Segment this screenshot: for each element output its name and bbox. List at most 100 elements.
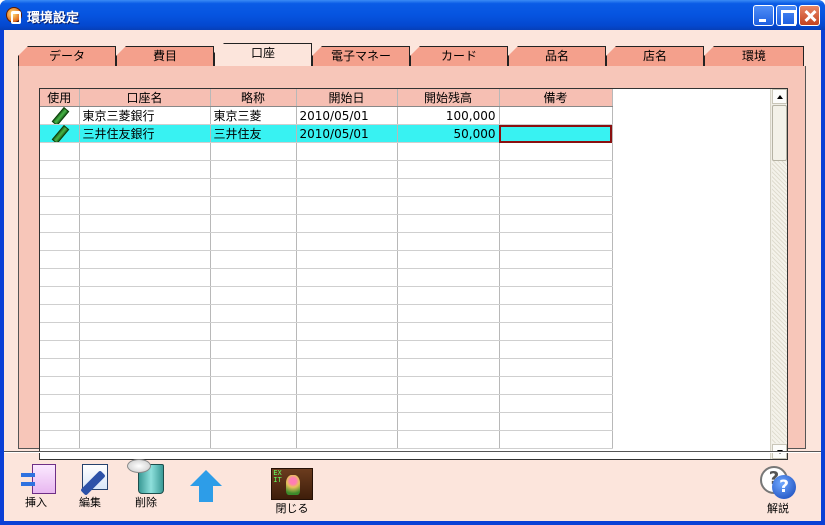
empty-cell[interactable] [397, 196, 500, 215]
empty-cell[interactable] [40, 340, 80, 359]
note-cell-focused[interactable] [499, 124, 613, 143]
empty-cell[interactable] [79, 160, 211, 179]
empty-cell[interactable] [40, 430, 80, 449]
empty-cell[interactable] [210, 340, 297, 359]
short-name-cell[interactable]: 三井住友 [210, 124, 297, 143]
empty-cell[interactable] [296, 160, 398, 179]
short-name-cell[interactable]: 東京三菱 [210, 106, 297, 125]
empty-cell[interactable] [499, 214, 613, 233]
table-row-empty[interactable] [40, 178, 730, 197]
empty-cell[interactable] [296, 340, 398, 359]
column-header-note[interactable]: 備考 [499, 89, 613, 107]
empty-cell[interactable] [499, 376, 613, 395]
empty-cell[interactable] [296, 376, 398, 395]
empty-cell[interactable] [210, 412, 297, 431]
table-row-empty[interactable] [40, 160, 730, 179]
empty-cell[interactable] [499, 304, 613, 323]
in-use-cell[interactable] [40, 124, 80, 143]
tab-expense-items[interactable]: 費目 [116, 46, 214, 66]
empty-cell[interactable] [499, 412, 613, 431]
empty-cell[interactable] [499, 142, 613, 161]
minimize-button[interactable] [753, 5, 774, 26]
table-row-empty[interactable] [40, 214, 730, 233]
empty-cell[interactable] [296, 214, 398, 233]
table-row-empty[interactable] [40, 376, 730, 395]
close-button[interactable]: 閉じる [266, 468, 318, 516]
empty-cell[interactable] [210, 286, 297, 305]
empty-cell[interactable] [210, 376, 297, 395]
empty-cell[interactable] [210, 160, 297, 179]
empty-cell[interactable] [79, 376, 211, 395]
empty-cell[interactable] [397, 160, 500, 179]
empty-cell[interactable] [296, 412, 398, 431]
empty-cell[interactable] [210, 394, 297, 413]
empty-cell[interactable] [296, 232, 398, 251]
empty-cell[interactable] [79, 178, 211, 197]
empty-cell[interactable] [210, 304, 297, 323]
empty-cell[interactable] [40, 232, 80, 251]
empty-cell[interactable] [40, 394, 80, 413]
tab-account[interactable]: 口座 [214, 43, 312, 67]
empty-cell[interactable] [296, 250, 398, 269]
empty-cell[interactable] [499, 268, 613, 287]
empty-cell[interactable] [499, 286, 613, 305]
empty-cell[interactable] [79, 394, 211, 413]
table-row[interactable]: 東京三菱銀行 東京三菱 2010/05/01 100,000 [40, 106, 730, 125]
empty-cell[interactable] [397, 142, 500, 161]
column-header-start-balance[interactable]: 開始残高 [397, 89, 500, 107]
start-balance-cell[interactable]: 50,000 [397, 124, 500, 143]
tab-data[interactable]: データ [18, 46, 116, 66]
empty-cell[interactable] [79, 268, 211, 287]
start-date-cell[interactable]: 2010/05/01 [296, 124, 398, 143]
table-row-empty[interactable] [40, 340, 730, 359]
empty-cell[interactable] [397, 358, 500, 377]
empty-cell[interactable] [79, 142, 211, 161]
empty-cell[interactable] [397, 268, 500, 287]
account-name-cell[interactable]: 東京三菱銀行 [79, 106, 211, 125]
column-header-short-name[interactable]: 略称 [210, 89, 297, 107]
empty-cell[interactable] [296, 286, 398, 305]
empty-cell[interactable] [40, 142, 80, 161]
empty-cell[interactable] [210, 322, 297, 341]
table-row-empty[interactable] [40, 394, 730, 413]
empty-cell[interactable] [499, 430, 613, 449]
empty-cell[interactable] [210, 178, 297, 197]
vertical-scrollbar[interactable] [770, 89, 787, 459]
edit-button[interactable]: 編集 [68, 464, 112, 510]
empty-cell[interactable] [40, 412, 80, 431]
column-header-in-use[interactable]: 使用 [40, 89, 80, 107]
empty-cell[interactable] [499, 322, 613, 341]
empty-cell[interactable] [397, 214, 500, 233]
empty-cell[interactable] [397, 322, 500, 341]
empty-cell[interactable] [296, 304, 398, 323]
tab-e-money[interactable]: 電子マネー [312, 46, 410, 66]
empty-cell[interactable] [397, 394, 500, 413]
empty-cell[interactable] [499, 178, 613, 197]
empty-cell[interactable] [210, 196, 297, 215]
empty-cell[interactable] [40, 160, 80, 179]
table-row-empty[interactable] [40, 286, 730, 305]
empty-cell[interactable] [210, 430, 297, 449]
empty-cell[interactable] [296, 322, 398, 341]
table-row-empty[interactable] [40, 304, 730, 323]
tab-product-name[interactable]: 品名 [508, 46, 606, 66]
tab-card[interactable]: カード [410, 46, 508, 66]
empty-cell[interactable] [499, 196, 613, 215]
scroll-up-button[interactable] [772, 89, 787, 104]
empty-cell[interactable] [79, 358, 211, 377]
empty-cell[interactable] [499, 250, 613, 269]
empty-cell[interactable] [296, 178, 398, 197]
column-header-account-name[interactable]: 口座名 [79, 89, 211, 107]
table-row-selected[interactable]: 三井住友銀行 三井住友 2010/05/01 50,000 [40, 124, 730, 143]
empty-cell[interactable] [210, 358, 297, 377]
empty-cell[interactable] [40, 322, 80, 341]
start-date-cell[interactable]: 2010/05/01 [296, 106, 398, 125]
empty-cell[interactable] [499, 358, 613, 377]
delete-button[interactable]: 削除 [124, 459, 168, 510]
empty-cell[interactable] [79, 340, 211, 359]
empty-cell[interactable] [79, 304, 211, 323]
tab-store-name[interactable]: 店名 [606, 46, 704, 66]
table-row-empty[interactable] [40, 358, 730, 377]
empty-cell[interactable] [79, 412, 211, 431]
table-row-empty[interactable] [40, 196, 730, 215]
